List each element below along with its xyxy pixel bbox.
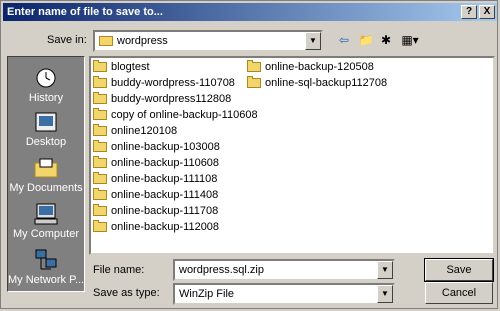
place-label: Desktop (25, 136, 67, 148)
back-icon[interactable]: ⇦ (335, 31, 353, 49)
file-name: online-backup-110608 (111, 157, 220, 169)
place-desktop[interactable]: Desktop (8, 107, 84, 151)
file-list[interactable]: blogtest buddy-wordpress-110708 buddy-word… (89, 56, 495, 255)
view-menu-icon[interactable]: ▦▾ (397, 31, 423, 49)
file-name: buddy-wordpress112808 (111, 93, 232, 105)
folder-icon (247, 76, 261, 88)
file-name: buddy-wordpress-110708 (111, 77, 235, 89)
folder-icon (93, 76, 107, 88)
save-as-type-dropdown[interactable]: WinZip File ▼ (173, 283, 395, 305)
file-name: copy of online-backup-110608 (111, 109, 258, 121)
folder-icon (93, 108, 107, 120)
my-network-icon (35, 249, 57, 270)
save-in-dropdown[interactable]: wordpress ▼ (93, 30, 323, 52)
folder-icon (93, 92, 107, 104)
place-my-computer[interactable]: My Computer (8, 199, 84, 243)
close-button[interactable]: X (479, 5, 495, 19)
save-button[interactable]: Save (424, 258, 494, 282)
places-bar: History Desktop My Documents My Computer… (7, 56, 85, 292)
chevron-down-icon[interactable]: ▼ (305, 32, 321, 50)
place-history[interactable]: History (8, 63, 84, 107)
folder-icon (93, 60, 107, 72)
my-computer-icon (34, 203, 58, 225)
file-name: online-sql-backup112708 (265, 77, 388, 89)
file-name: online120108 (111, 125, 178, 137)
chevron-down-icon[interactable]: ▼ (377, 261, 393, 279)
folder-icon (93, 172, 107, 184)
place-my-network[interactable]: My Network P... (8, 245, 84, 289)
file-name: blogtest (111, 61, 150, 73)
help-button[interactable]: ? (461, 5, 477, 19)
up-folder-icon[interactable]: 📁 (357, 31, 375, 49)
folder-icon (93, 140, 107, 152)
save-in-label: Save in: (47, 34, 87, 46)
place-label: My Computer (12, 228, 80, 240)
folder-icon (93, 220, 107, 232)
new-folder-icon[interactable]: ✱ (377, 31, 395, 49)
file-name: online-backup-111708 (111, 205, 219, 217)
place-my-documents[interactable]: My Documents (8, 153, 84, 197)
history-icon (36, 68, 56, 88)
chevron-down-icon[interactable]: ▼ (377, 285, 393, 303)
file-name: online-backup-111408 (111, 189, 219, 201)
folder-icon (247, 60, 261, 72)
desktop-icon (35, 112, 57, 132)
file-name-value: wordpress.sql.zip (179, 264, 264, 276)
cancel-button[interactable]: Cancel (425, 282, 493, 304)
folder-icon (93, 124, 107, 136)
file-name: online-backup-103008 (111, 141, 220, 153)
place-label: My Network P... (8, 274, 84, 286)
place-label: My Documents (9, 182, 83, 194)
folder-icon (93, 188, 107, 200)
save-in-value: wordpress (117, 35, 168, 47)
file-name-label: File name: (93, 264, 145, 276)
save-as-type-value: WinZip File (179, 288, 235, 300)
file-name: online-backup-112008 (111, 221, 220, 233)
dialog-title: Enter name of file to save to... (7, 6, 163, 18)
title-bar: Enter name of file to save to... ? X (3, 3, 497, 21)
folder-icon (93, 204, 107, 216)
folder-icon (93, 156, 107, 168)
file-name: online-backup-120508 (265, 61, 374, 73)
my-documents-icon (34, 158, 58, 178)
save-dialog: Enter name of file to save to... ? X Sav… (0, 0, 498, 309)
file-name-field[interactable]: wordpress.sql.zip ▼ (173, 259, 395, 281)
save-as-type-label: Save as type: (93, 287, 160, 299)
file-name: online-backup-111108 (111, 173, 218, 185)
place-label: History (28, 92, 64, 104)
folder-icon (99, 36, 113, 46)
